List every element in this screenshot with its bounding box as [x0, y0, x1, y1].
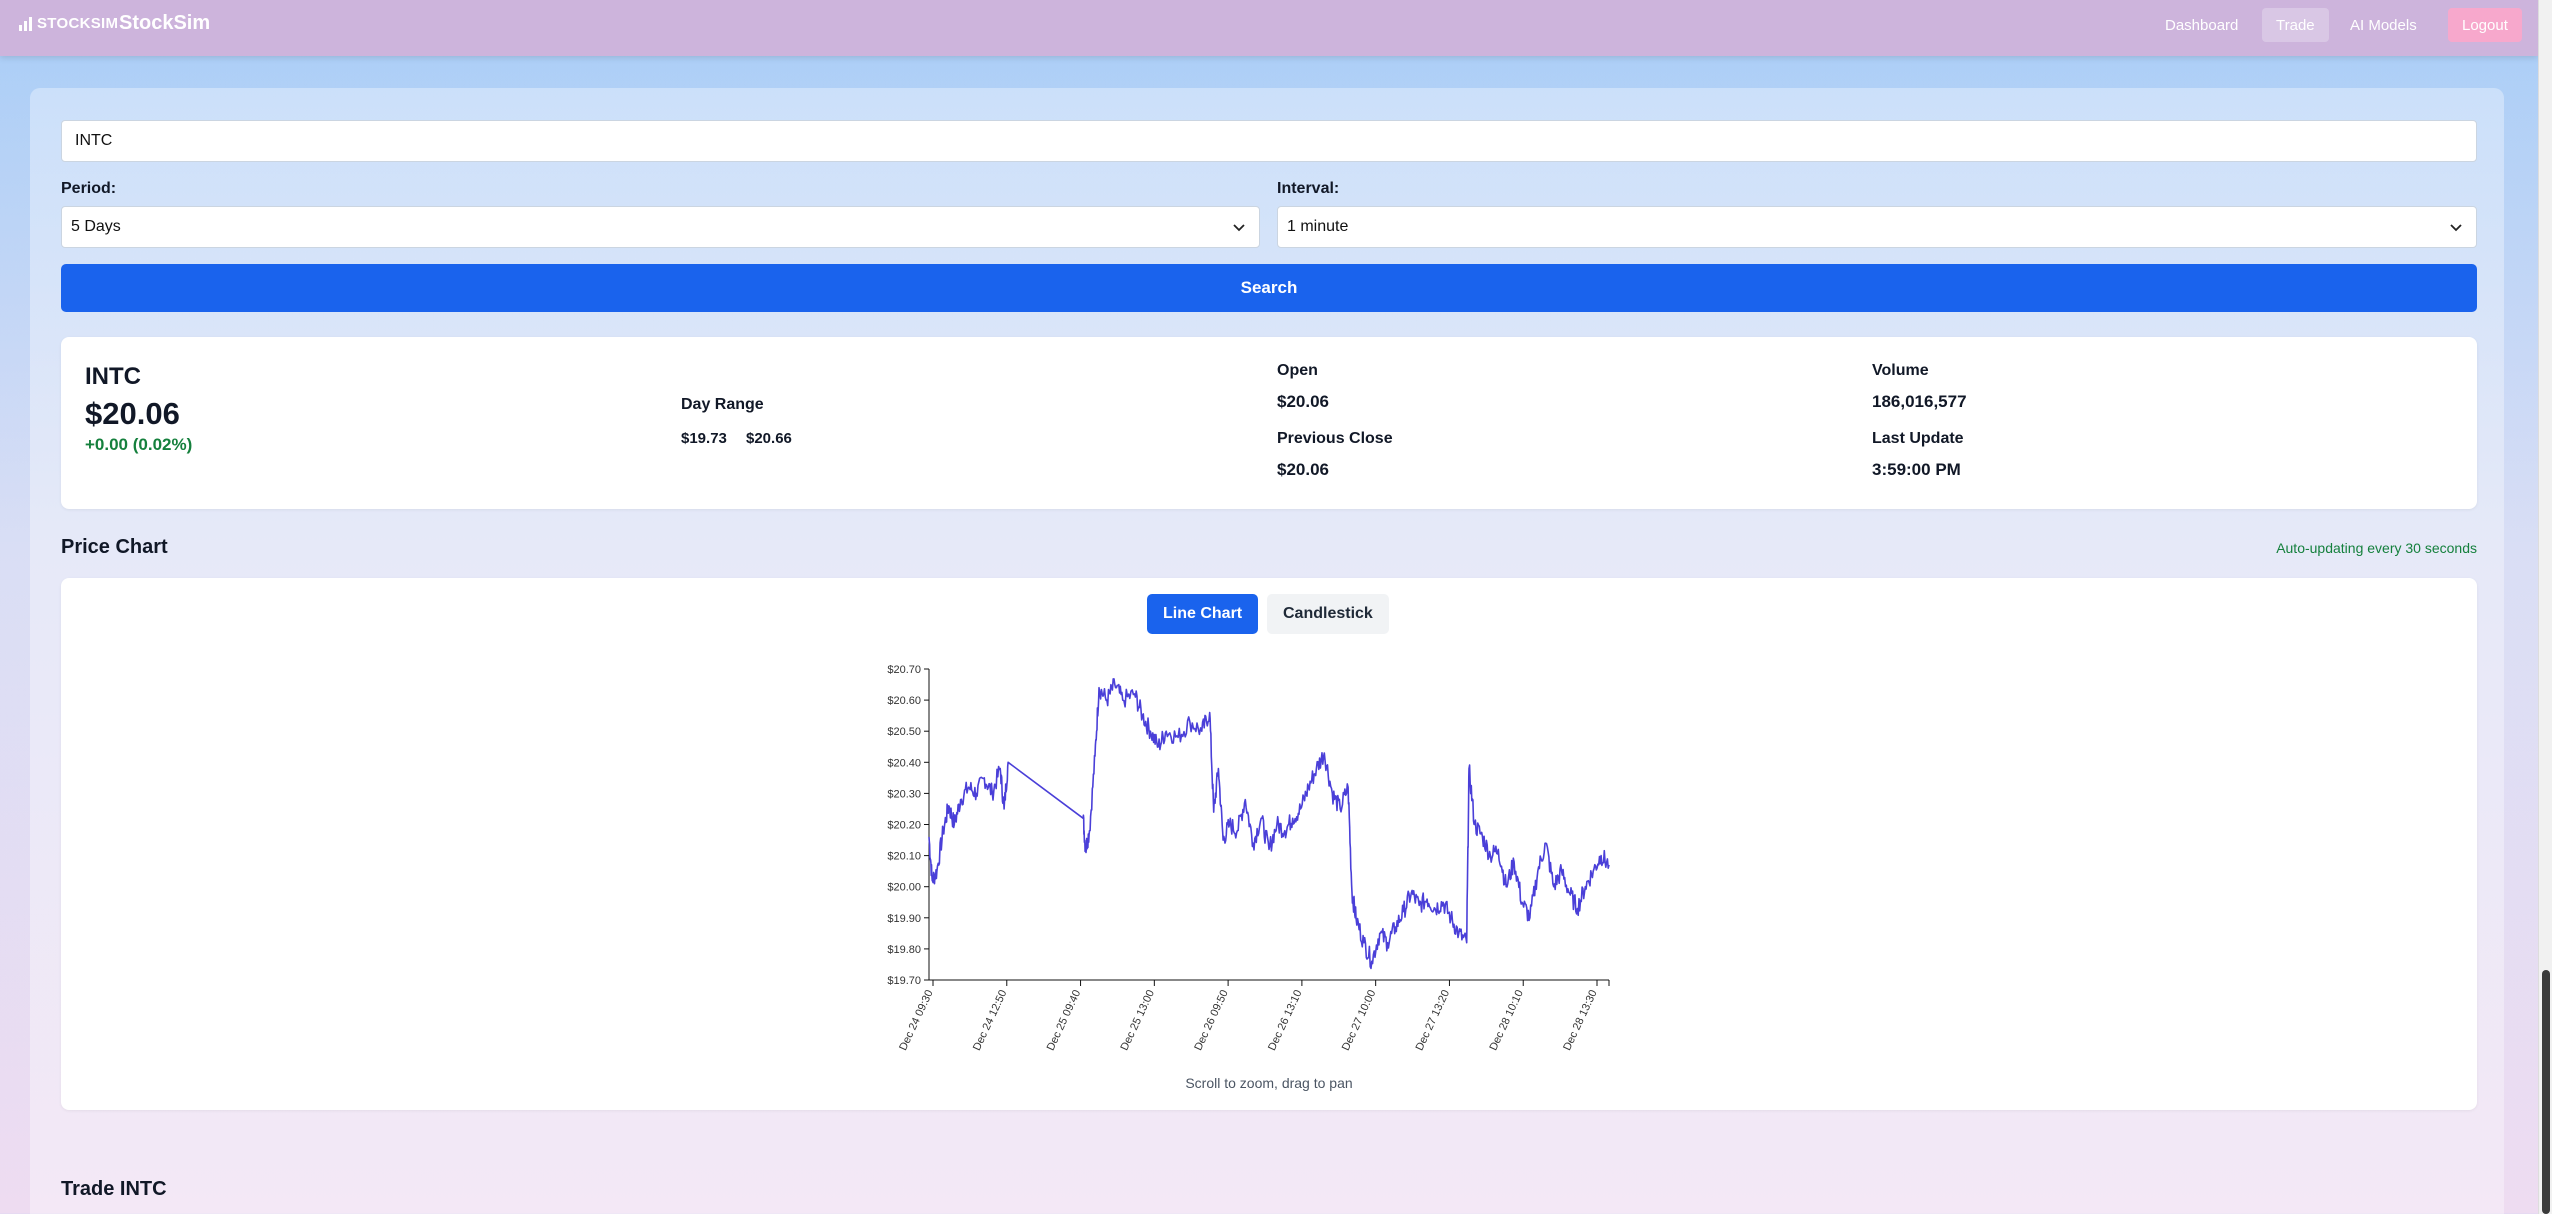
y-tick-label: $20.20: [887, 820, 921, 832]
x-tick-label: Dec 26 13:10: [1266, 988, 1305, 1052]
chevron-down-icon: [2450, 224, 2462, 232]
trade-section-title: Trade INTC: [61, 1178, 167, 1200]
chart-card: Line Chart Candlestick $19.70 $19.80 $19.9…: [61, 578, 2477, 1110]
bar-chart-icon: [19, 16, 32, 31]
logo-text: STOCKSIM: [37, 15, 119, 32]
open-label: Open: [1277, 362, 1318, 379]
last-update-value: 3:59:00 PM: [1872, 460, 1961, 479]
day-range-low: $19.73: [681, 430, 727, 447]
quote-card: INTC $20.06 +0.00 (0.02%) Day Range $19.…: [61, 337, 2477, 509]
x-tick-label: Dec 27 10:00: [1340, 988, 1379, 1052]
y-tick-label: $20.00: [887, 882, 921, 894]
nav-link-trade[interactable]: Trade: [2262, 8, 2329, 42]
interval-select-value: 1 minute: [1287, 218, 1349, 235]
interval-label: Interval:: [1277, 180, 1340, 197]
y-tick-label: $20.60: [887, 695, 921, 707]
y-tick-label: $19.90: [887, 913, 921, 925]
quote-symbol: INTC: [85, 363, 141, 390]
period-label: Period:: [61, 180, 117, 197]
x-tick-label: Dec 25 09:40: [1045, 988, 1084, 1052]
day-range-label: Day Range: [681, 396, 764, 413]
brand-name[interactable]: StockSim: [119, 12, 210, 35]
y-tick-label: $19.80: [887, 944, 921, 956]
logout-button[interactable]: Logout: [2448, 8, 2522, 42]
day-range-high: $20.66: [746, 430, 792, 447]
previous-close-value: $20.06: [1277, 460, 1329, 479]
top-navbar: STOCKSIM StockSim Dashboard Trade AI Mod…: [0, 0, 2538, 56]
brand-logo[interactable]: STOCKSIM: [19, 15, 118, 32]
quote-change: +0.00 (0.02%): [85, 435, 193, 454]
auto-update-note: Auto-updating every 30 seconds: [2276, 540, 2477, 556]
y-tick-label: $19.70: [887, 975, 921, 987]
period-select-value: 5 Days: [71, 218, 121, 235]
volume-value: 186,016,577: [1872, 392, 1967, 411]
price-line-chart[interactable]: $19.70 $19.80 $19.90 $20.00 $20.10 $20.20 $20.…: [61, 578, 2477, 1068]
y-tick-label: $20.70: [887, 664, 921, 676]
x-tick-label: Dec 24 09:30: [897, 988, 936, 1052]
chevron-down-icon: [1233, 224, 1245, 232]
price-series-line: [928, 678, 1610, 970]
y-tick-label: $20.10: [887, 851, 921, 863]
scrollbar-thumb[interactable]: [2542, 970, 2550, 1214]
price-chart-title: Price Chart: [61, 536, 168, 558]
x-tick-label: Dec 28 10:10: [1487, 988, 1526, 1052]
ticker-input[interactable]: [61, 120, 2477, 162]
y-tick-label: $20.40: [887, 757, 921, 769]
x-tick-label: Dec 26 09:50: [1192, 988, 1231, 1052]
x-tick-label: Dec 25 13:00: [1119, 988, 1158, 1052]
volume-label: Volume: [1872, 362, 1929, 379]
y-tick-label: $20.50: [887, 726, 921, 738]
x-tick-label: Dec 27 13:20: [1414, 988, 1453, 1052]
y-tick-label: $20.30: [887, 788, 921, 800]
x-tick-label: Dec 28 13:30: [1561, 988, 1600, 1052]
nav-link-dashboard[interactable]: Dashboard: [2151, 8, 2252, 42]
open-value: $20.06: [1277, 392, 1329, 411]
chart-hint: Scroll to zoom, drag to pan: [1185, 1075, 1353, 1091]
x-tick-label: Dec 24 12:50: [971, 988, 1010, 1052]
search-button[interactable]: Search: [61, 264, 2477, 312]
interval-select[interactable]: 1 minute: [1277, 206, 2477, 248]
last-update-label: Last Update: [1872, 430, 1964, 447]
nav-link-ai-models[interactable]: AI Models: [2336, 8, 2431, 42]
previous-close-label: Previous Close: [1277, 430, 1393, 447]
quote-price: $20.06: [85, 396, 180, 431]
period-select[interactable]: 5 Days: [61, 206, 1260, 248]
vertical-scrollbar[interactable]: [2538, 0, 2552, 1214]
